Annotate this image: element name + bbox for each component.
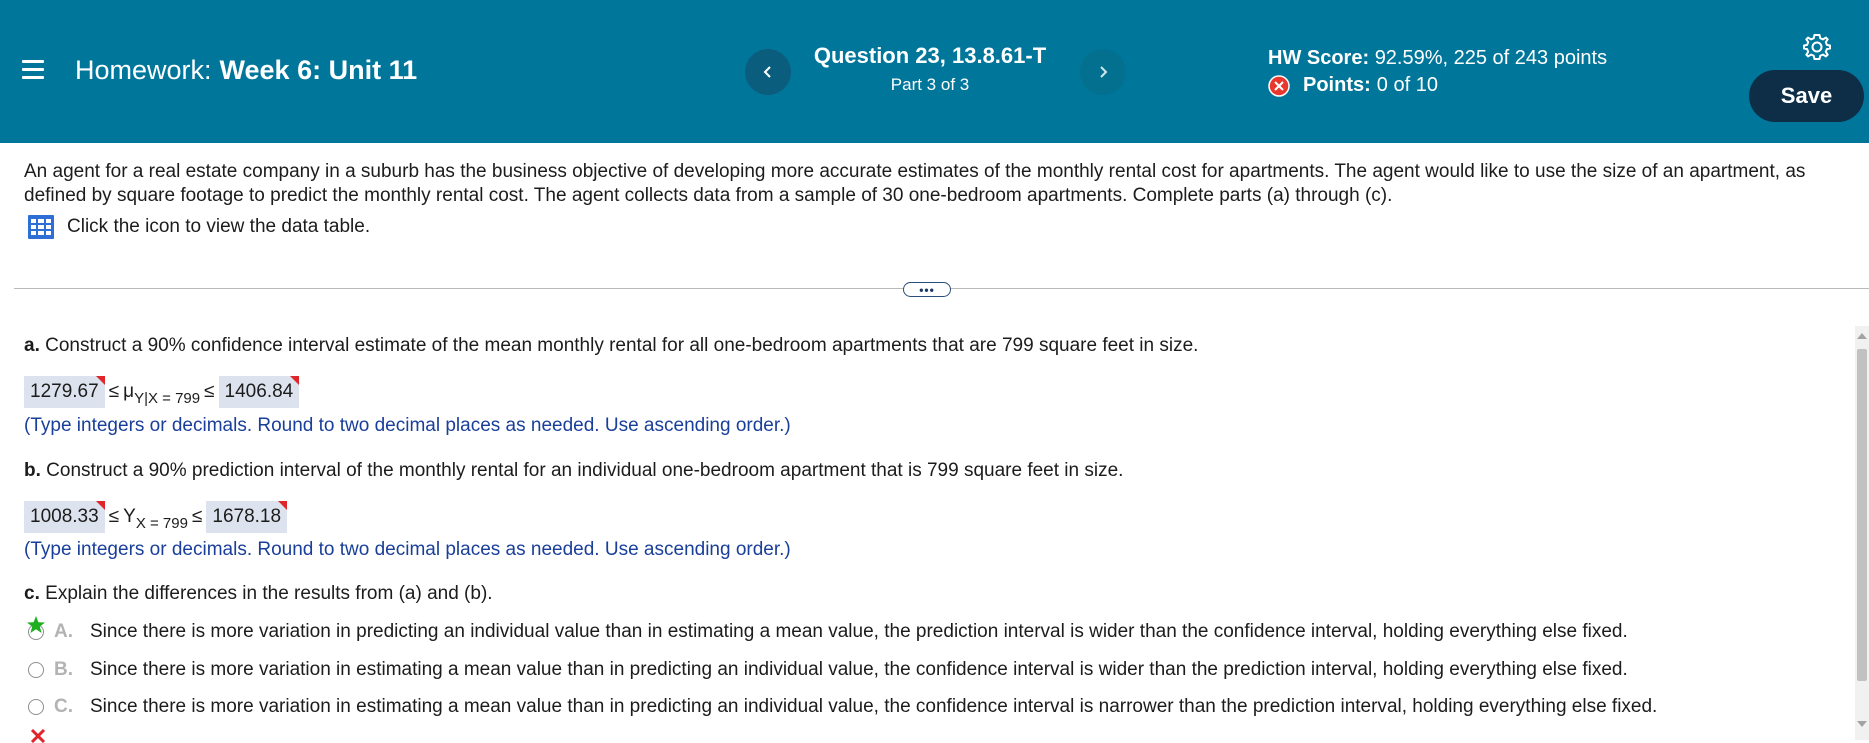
choice-b-text: Since there is more variation in estimat…	[90, 659, 1628, 680]
hw-score-value: 92.59%, 225 of 243 points	[1374, 47, 1608, 69]
points-label: Points:	[1303, 74, 1371, 96]
part-b-question: b. Construct a 90% prediction interval o…	[24, 460, 1123, 482]
incorrect-x-icon	[1268, 74, 1290, 97]
part-b-label: b.	[24, 460, 41, 481]
homework-title: Homework: Week 6: Unit 11	[75, 55, 417, 86]
choice-a-text: Since there is more variation in predict…	[90, 621, 1628, 642]
choice-a-letter: A.	[54, 621, 73, 642]
data-table-link-text[interactable]: Click the icon to view the data table.	[67, 216, 370, 238]
leq-symbol: ≤	[108, 381, 120, 402]
part-a-hint: (Type integers or decimals. Round to two…	[24, 415, 791, 436]
scrollbar-thumb[interactable]	[1857, 349, 1867, 681]
part-a-text: Construct a 90% confidence interval esti…	[45, 335, 1199, 356]
data-table-link[interactable]: Click the icon to view the data table.	[27, 214, 370, 240]
part-b-upper-input[interactable]: 1678.18	[206, 501, 288, 533]
choice-c-radio[interactable]	[28, 699, 44, 715]
leq-symbol: ≤	[191, 506, 203, 527]
choice-c-text: Since there is more variation in estimat…	[90, 696, 1658, 717]
choice-c[interactable]: C. Since there is more variation in esti…	[28, 695, 1657, 719]
hw-score-label: HW Score:	[1268, 47, 1370, 69]
part-b-answer-row: 1008.33 ≤ YX = 799 ≤ 1678.18	[24, 501, 288, 533]
question-part: Part 3 of 3	[890, 75, 970, 94]
choice-b-radio[interactable]	[28, 662, 44, 678]
y-symbol: Y	[123, 506, 136, 527]
chevron-left-icon	[763, 66, 771, 78]
hamburger-menu-icon[interactable]	[22, 60, 44, 80]
part-b-hint: (Type integers or decimals. Round to two…	[24, 539, 791, 560]
hw-score: HW Score: 92.59%, 225 of 243 points	[1268, 47, 1607, 70]
choice-a[interactable]: A. Since there is more variation in pred…	[28, 620, 1628, 644]
leq-symbol: ≤	[108, 506, 120, 527]
homework-name: Week 6: Unit 11	[219, 55, 418, 85]
save-button[interactable]: Save	[1749, 70, 1864, 122]
choice-c-letter: C.	[54, 696, 73, 717]
next-question-button[interactable]	[1080, 49, 1126, 95]
part-a-label: a.	[24, 335, 40, 356]
part-a-upper-input[interactable]: 1406.84	[218, 376, 300, 408]
problem-statement: An agent for a real estate company in a …	[24, 161, 1806, 206]
expand-collapse-button[interactable]: •••	[903, 282, 951, 297]
mu-symbol: μ	[123, 381, 135, 402]
part-b-subscript: X = 799	[135, 514, 188, 532]
part-a-answer-row: 1279.67 ≤ μ Y|X = 799 ≤ 1406.84	[24, 376, 300, 408]
points-value: 0 of 10	[1376, 74, 1438, 96]
scroll-up-arrow-icon[interactable]	[1857, 333, 1867, 339]
part-c-text: Explain the differences in the results f…	[45, 583, 493, 604]
question-points: Points: 0 of 10	[1268, 74, 1438, 97]
part-c-label: c.	[24, 583, 40, 604]
part-a-subscript: Y|X = 799	[134, 389, 201, 407]
scroll-down-arrow-icon[interactable]	[1857, 721, 1867, 727]
part-a-lower-input[interactable]: 1279.67	[24, 376, 105, 408]
table-icon[interactable]	[27, 214, 55, 240]
choice-b[interactable]: B. Since there is more variation in esti…	[28, 658, 1628, 682]
homework-label: Homework:	[75, 55, 212, 85]
part-b-lower-input[interactable]: 1008.33	[24, 501, 105, 533]
previous-question-button[interactable]	[745, 49, 791, 95]
gear-icon[interactable]	[1802, 32, 1832, 62]
chevron-right-icon	[1100, 66, 1108, 78]
part-a-question: a. Construct a 90% confidence interval e…	[24, 335, 1198, 357]
question-title: Question 23, 13.8.61-T	[813, 43, 1047, 68]
part-b-text: Construct a 90% prediction interval of t…	[46, 460, 1124, 481]
green-star-icon	[27, 616, 45, 633]
choice-b-letter: B.	[54, 659, 73, 680]
red-x-icon	[30, 729, 46, 743]
leq-symbol: ≤	[204, 381, 215, 402]
part-c-question: c. Explain the differences in the result…	[24, 583, 493, 605]
top-bar: Homework: Week 6: Unit 11 Question 23, 13…	[0, 0, 1869, 143]
